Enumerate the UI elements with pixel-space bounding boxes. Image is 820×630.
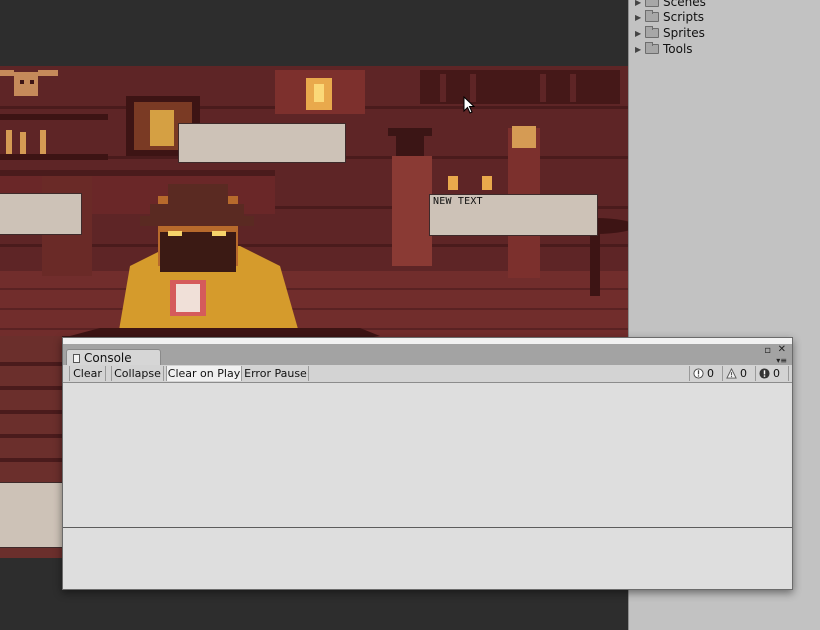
folder-label: Scenes	[663, 0, 706, 9]
folder-icon	[645, 10, 659, 22]
tab-console-label: Console	[84, 351, 132, 365]
expand-arrow-icon[interactable]: ▶	[635, 45, 645, 54]
console-tab-bar: Console ▫ ✕ ▾≡	[63, 344, 792, 366]
folder-label: Tools	[663, 42, 693, 56]
close-icon[interactable]: ✕	[778, 345, 786, 355]
console-window[interactable]: Console ▫ ✕ ▾≡ Clear Collapse Clear on P…	[62, 337, 793, 590]
console-toolbar: Clear Collapse Clear on Play Error Pause…	[63, 365, 792, 383]
info-icon	[693, 368, 704, 379]
console-log-list[interactable]	[63, 383, 792, 528]
collapse-button-label: Collapse	[114, 367, 161, 380]
info-count: 0	[707, 367, 714, 380]
console-detail-pane[interactable]	[63, 528, 792, 589]
maximize-icon[interactable]: ▫	[764, 346, 771, 356]
textbox-top	[178, 123, 346, 163]
folder-icon	[645, 26, 659, 38]
game-view-header	[0, 0, 628, 66]
error-pause-button[interactable]: Error Pause	[243, 366, 309, 381]
folder-label: Scripts	[663, 10, 705, 24]
clear-on-play-label: Clear on Play	[167, 367, 241, 380]
console-icon	[73, 353, 80, 363]
info-count-toggle[interactable]: 0	[689, 366, 722, 381]
tab-console[interactable]: Console	[66, 349, 161, 366]
folder-scripts[interactable]: ▶ Scripts	[635, 9, 704, 25]
expand-arrow-icon[interactable]: ▶	[635, 13, 645, 22]
textbox-right-text: NEW TEXT	[433, 196, 483, 207]
clear-button-label: Clear	[73, 367, 102, 380]
folder-sprites[interactable]: ▶ Sprites	[635, 25, 705, 41]
error-count-toggle[interactable]: 0	[755, 366, 789, 381]
clear-on-play-button[interactable]: Clear on Play	[166, 366, 242, 381]
error-icon	[759, 368, 770, 379]
folder-icon	[645, 42, 659, 54]
mouse-cursor-icon	[463, 96, 475, 114]
warning-count: 0	[740, 367, 747, 380]
warning-icon	[726, 368, 737, 379]
expand-arrow-icon[interactable]: ▶	[635, 29, 645, 38]
folder-tools[interactable]: ▶ Tools	[635, 41, 693, 57]
textbox-right: NEW TEXT	[429, 194, 598, 236]
folder-icon	[645, 0, 659, 7]
textbox-bottom-left	[0, 482, 64, 548]
folder-label: Sprites	[663, 26, 705, 40]
clear-button[interactable]: Clear	[69, 366, 106, 381]
warning-count-toggle[interactable]: 0	[722, 366, 755, 381]
expand-arrow-icon[interactable]: ▶	[635, 0, 645, 7]
error-count: 0	[773, 367, 780, 380]
collapse-button[interactable]: Collapse	[111, 366, 164, 381]
textbox-left	[0, 193, 82, 235]
error-pause-label: Error Pause	[244, 367, 307, 380]
